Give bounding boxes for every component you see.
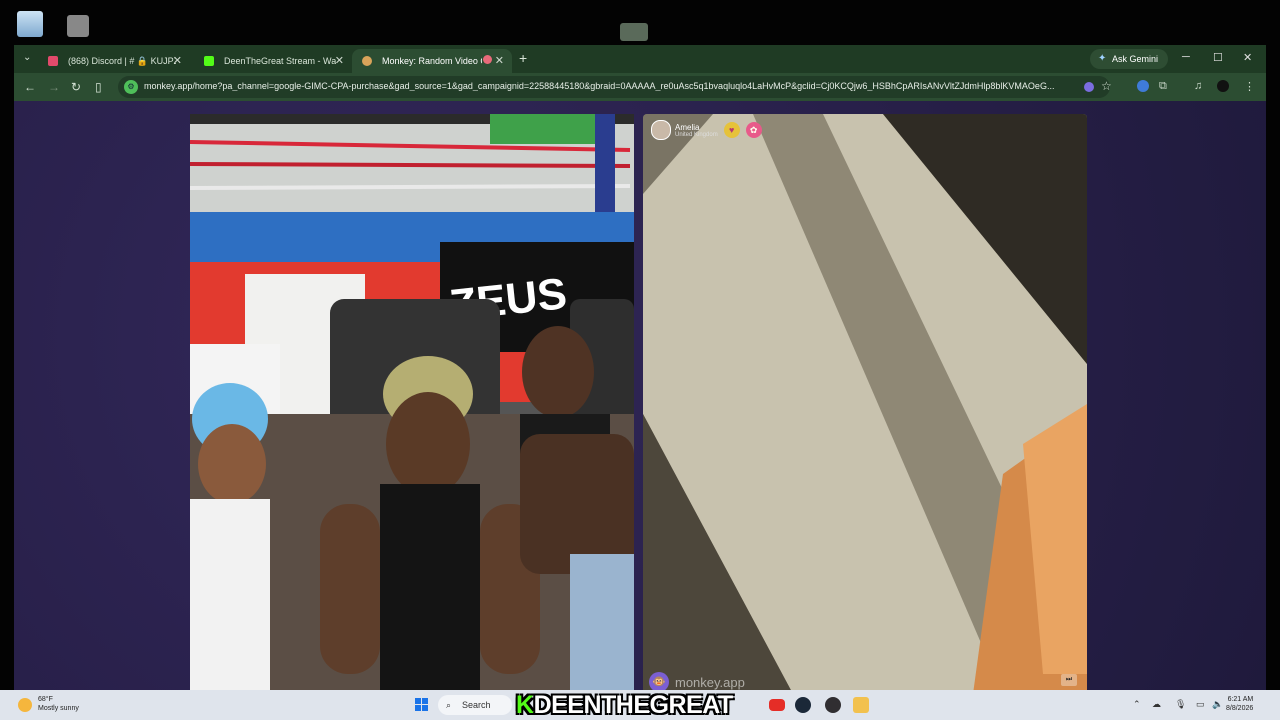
weather-temp: 68°F — [38, 696, 53, 703]
tab-discord[interactable]: (868) Discord | # 🔒 KUJPZ | 𝑺𝒑𝒚𝒓 ✕ — [38, 49, 190, 73]
reload-icon[interactable]: ↻ — [71, 80, 81, 94]
tab-monkey[interactable]: Monkey: Random Video Ch ✕ — [352, 49, 512, 73]
forward-icon[interactable]: → — [48, 80, 60, 94]
streamer-name-text: DEENTHEGREAT — [533, 691, 734, 719]
taskbar-search[interactable]: ⌕ Search — [438, 695, 512, 715]
watermark-text: monkey.app — [675, 674, 745, 690]
tab-title: DeenTheGreat Stream - Watch — [224, 56, 336, 66]
chevron-up-icon[interactable]: ⌃ — [1133, 699, 1141, 710]
monkey-watermark: 🐵 monkey.app — [649, 672, 745, 690]
partner-video-feed: Amelia United Kingdom ♥ ✿ ⏭ — [643, 114, 1087, 690]
self-video-feed: ZEUS — [190, 114, 634, 690]
ask-gemini-label: Ask Gemini — [1112, 54, 1159, 64]
back-icon[interactable]: ← — [24, 80, 36, 94]
close-tab-icon[interactable]: ✕ — [173, 54, 182, 67]
tab-title: Monkey: Random Video Ch — [382, 56, 482, 66]
monkey-app-page: ZEUS Amelia United Kingdom ♥ ✿ ⏭ 🐵 monke… — [14, 101, 1266, 690]
heart-icon[interactable]: ♥ — [723, 122, 740, 138]
partner-avatar[interactable] — [651, 120, 671, 140]
gemini-spark-icon: ✦ — [1098, 53, 1107, 64]
kick-favicon-icon — [204, 56, 214, 66]
clock-time: 6:21 AM — [1227, 696, 1254, 703]
recycle-bin-icon[interactable] — [17, 11, 43, 37]
close-window-icon[interactable]: ✕ — [1243, 51, 1252, 64]
profile-avatar-icon[interactable] — [1217, 80, 1229, 92]
close-tab-icon[interactable]: ✕ — [335, 54, 344, 67]
audio-playing-icon[interactable] — [483, 55, 492, 64]
plus-icon[interactable]: + — [519, 50, 527, 66]
weather-desc: Mostly sunny — [38, 705, 79, 712]
url-text[interactable]: monkey.app/home?pa_channel=google-GIMC-C… — [144, 81, 1074, 91]
bookmark-star-icon[interactable]: ☆ — [1101, 79, 1112, 93]
monkey-favicon-icon — [362, 56, 372, 66]
obs-app-icon[interactable] — [825, 697, 841, 713]
tab-search-icon[interactable]: ⌄ — [23, 52, 31, 63]
ask-gemini-button[interactable]: ✦ Ask Gemini — [1090, 49, 1169, 69]
browser-window: ⌄ (868) Discord | # 🔒 KUJPZ | 𝑺𝒑𝒚𝒓 ✕ Dee… — [14, 45, 1266, 690]
system-clock[interactable]: 6:21 AM 8/8/2026 — [1226, 695, 1253, 713]
weather-widget[interactable]: 68°F Mostly sunny — [18, 695, 79, 713]
partner-name: Amelia — [675, 122, 700, 132]
windows-start-icon[interactable] — [415, 698, 429, 712]
tab-kick-stream[interactable]: DeenTheGreat Stream - Watch ✕ — [194, 49, 352, 73]
self-video-image: ZEUS — [190, 114, 634, 690]
gift-reaction-icon[interactable]: ✿ — [745, 122, 762, 138]
microphone-icon[interactable]: 🎙 — [1175, 699, 1186, 710]
media-controls-icon[interactable]: ♫ — [1194, 80, 1202, 92]
extension-shield-icon[interactable] — [1084, 82, 1094, 92]
monkey-logo-icon: 🐵 — [649, 672, 669, 690]
kick-k-logo: K — [516, 691, 534, 719]
desktop-app-icon-2[interactable] — [620, 23, 648, 41]
partner-info-chip: Amelia United Kingdom ♥ ✿ — [651, 120, 762, 140]
maximize-icon[interactable]: ☐ — [1213, 51, 1223, 64]
address-bar[interactable]: ⚙ monkey.app/home?pa_channel=google-GIMC… — [118, 76, 1112, 98]
split-view-icon[interactable]: ▯ — [95, 80, 102, 94]
desktop-app-icon[interactable] — [67, 15, 89, 37]
partner-country: United Kingdom — [675, 131, 718, 138]
youtube-app-icon[interactable] — [769, 699, 785, 711]
onedrive-icon[interactable]: ☁ — [1152, 699, 1161, 710]
browser-toolbar: ← → ↻ ▯ ⚙ monkey.app/home?pa_channel=goo… — [14, 73, 1266, 101]
search-icon: ⌕ — [446, 700, 452, 710]
menu-kebab-icon[interactable]: ⋮ — [1244, 80, 1255, 93]
minimize-icon[interactable]: ─ — [1182, 51, 1190, 63]
tab-title: (868) Discord | # 🔒 KUJPZ | 𝑺𝒑𝒚𝒓 — [68, 55, 176, 66]
clock-date: 8/8/2026 — [1226, 705, 1254, 712]
windows-taskbar: 68°F Mostly sunny ⌕ Search KDEENTHEGREAT… — [0, 690, 1280, 720]
site-info-icon[interactable]: ⚙ — [124, 80, 138, 94]
streamer-brand-overlay: KDEENTHEGREAT — [516, 690, 733, 720]
file-explorer-icon[interactable] — [853, 697, 869, 713]
sun-icon — [18, 698, 32, 712]
extension-icon[interactable] — [1137, 80, 1149, 92]
puzzle-extensions-icon[interactable]: ⧉ — [1159, 80, 1167, 93]
tab-strip: ⌄ (868) Discord | # 🔒 KUJPZ | 𝑺𝒑𝒚𝒓 ✕ Dee… — [14, 45, 1266, 73]
close-tab-icon[interactable]: ✕ — [495, 54, 504, 67]
partner-video-image — [643, 114, 1087, 690]
discord-favicon-icon — [48, 56, 58, 66]
steam-app-icon[interactable] — [795, 697, 811, 713]
search-label: Search — [462, 700, 491, 710]
picture-in-picture-icon[interactable]: ⏭ — [1061, 674, 1077, 686]
volume-icon[interactable]: 🔈 — [1212, 699, 1223, 710]
network-icon[interactable]: ▭ — [1196, 699, 1205, 710]
